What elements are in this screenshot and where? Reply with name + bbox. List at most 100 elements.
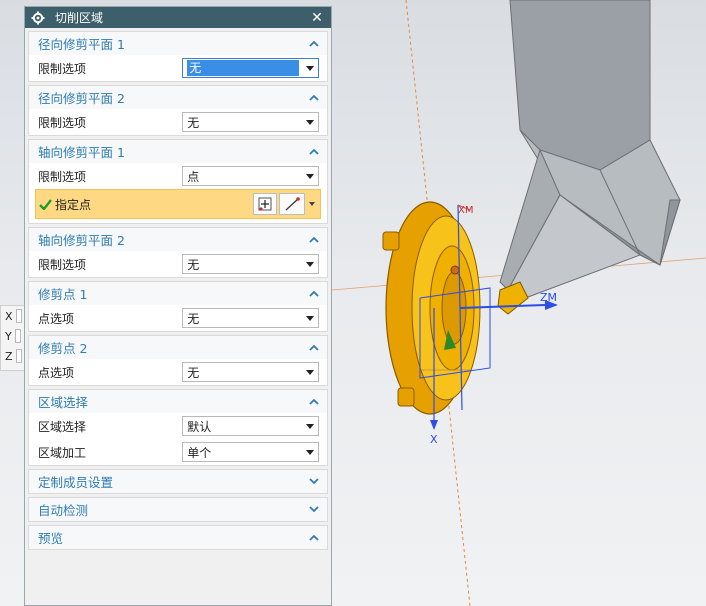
- group-preview: 预览: [28, 525, 328, 550]
- inferred-point-icon[interactable]: [279, 193, 305, 215]
- chevron-up-icon[interactable]: [309, 236, 319, 244]
- chevron-down-icon: [302, 315, 318, 321]
- chevron-down-icon[interactable]: [309, 478, 319, 486]
- group-title: 自动检测: [38, 503, 89, 518]
- limit-option-label: 限制选项: [38, 61, 87, 76]
- group-header[interactable]: 预览: [29, 526, 327, 549]
- point-option-row: 点选项 无: [29, 359, 327, 385]
- group-trim-point-2: 修剪点 2 点选项 无: [28, 335, 328, 386]
- zm-axis-label: ZM: [540, 291, 557, 304]
- group-header[interactable]: 轴向修剪平面 2: [29, 228, 327, 251]
- group-axial-trim-plane-1: 轴向修剪平面 1 限制选项 点 指定点: [28, 139, 328, 224]
- select-value: 无: [187, 257, 200, 272]
- limit-option-select[interactable]: 点: [182, 166, 319, 186]
- chevron-down-icon: [302, 423, 318, 429]
- region-select-select[interactable]: 默认: [182, 416, 319, 436]
- group-axial-trim-plane-2: 轴向修剪平面 2 限制选项 无: [28, 227, 328, 278]
- group-header[interactable]: 轴向修剪平面 1: [29, 140, 327, 163]
- point-dialog-icon[interactable]: [253, 193, 277, 215]
- chevron-up-icon[interactable]: [309, 344, 319, 352]
- limit-option-row: 限制选项 无: [29, 251, 327, 277]
- group-title: 径向修剪平面 2: [38, 91, 125, 106]
- region-machining-row: 区域加工 单个: [29, 439, 327, 465]
- xm-axis-label: XM: [458, 205, 473, 216]
- group-header[interactable]: 自动检测: [29, 498, 327, 521]
- point-option-select[interactable]: 无: [182, 308, 319, 328]
- group-header[interactable]: 定制成员设置: [29, 470, 327, 493]
- cut-region-dialog: 切削区域 ✕ 径向修剪平面 1 限制选项 无 径向修剪平面 2 限制选项 无 轴…: [24, 6, 332, 606]
- chevron-down-icon: [302, 119, 318, 125]
- group-title: 区域选择: [38, 395, 89, 410]
- select-value: 无: [187, 60, 299, 76]
- x-axis-label: X: [430, 433, 438, 446]
- limit-option-row: 限制选项 点: [29, 163, 327, 189]
- coord-y-field[interactable]: [14, 329, 21, 343]
- close-icon[interactable]: ✕: [309, 10, 325, 26]
- dialog-title: 切削区域: [55, 11, 104, 25]
- chevron-down-icon: [302, 173, 318, 179]
- gear-icon: [31, 11, 45, 25]
- select-value: 点: [187, 169, 200, 184]
- group-title: 修剪点 2: [38, 341, 88, 356]
- group-trim-point-1: 修剪点 1 点选项 无: [28, 281, 328, 332]
- chevron-up-icon[interactable]: [309, 94, 319, 102]
- dialog-titlebar[interactable]: 切削区域 ✕: [25, 7, 331, 28]
- coord-z-label: Z: [5, 349, 13, 363]
- select-value: 无: [187, 365, 200, 380]
- group-radial-trim-plane-2: 径向修剪平面 2 限制选项 无: [28, 85, 328, 136]
- group-title: 定制成员设置: [38, 475, 114, 490]
- group-title: 轴向修剪平面 2: [38, 233, 125, 248]
- group-title: 径向修剪平面 1: [38, 37, 125, 52]
- region-select-label: 区域选择: [38, 419, 87, 434]
- select-value: 单个: [187, 445, 212, 460]
- group-radial-trim-plane-1: 径向修剪平面 1 限制选项 无: [28, 31, 328, 82]
- point-option-label: 点选项: [38, 311, 75, 326]
- group-header[interactable]: 修剪点 2: [29, 336, 327, 359]
- limit-option-select[interactable]: 无: [182, 112, 319, 132]
- chevron-up-icon[interactable]: [309, 148, 319, 156]
- coord-x-field[interactable]: [15, 309, 22, 323]
- group-custom-member-settings: 定制成员设置: [28, 469, 328, 494]
- tool-holder: [499, 0, 681, 301]
- group-title: 预览: [38, 531, 64, 546]
- region-machining-select[interactable]: 单个: [182, 442, 319, 462]
- group-title: 轴向修剪平面 1: [38, 145, 125, 160]
- group-header[interactable]: 修剪点 1: [29, 282, 327, 305]
- chevron-down-icon[interactable]: [309, 506, 319, 514]
- region-machining-label: 区域加工: [38, 445, 87, 460]
- limit-option-row: 限制选项 无: [29, 109, 327, 135]
- chevron-up-icon[interactable]: [309, 534, 319, 542]
- limit-option-select[interactable]: 无: [182, 254, 319, 274]
- chevron-up-icon[interactable]: [309, 398, 319, 406]
- chevron-down-icon: [302, 449, 318, 455]
- specify-point-row[interactable]: 指定点: [35, 189, 321, 219]
- coord-z-field[interactable]: [15, 349, 22, 363]
- chevron-down-icon: [302, 65, 318, 71]
- specify-point-label: 指定点: [55, 197, 92, 212]
- limit-option-label: 限制选项: [38, 257, 87, 272]
- limit-option-row: 限制选项 无: [29, 55, 327, 81]
- chevron-down-icon: [302, 369, 318, 375]
- group-header[interactable]: 区域选择: [29, 390, 327, 413]
- select-value: 默认: [187, 419, 212, 434]
- limit-option-label: 限制选项: [38, 115, 87, 130]
- chevron-down-icon[interactable]: [307, 193, 317, 215]
- group-title: 修剪点 1: [38, 287, 88, 302]
- point-option-row: 点选项 无: [29, 305, 327, 331]
- check-icon: [39, 198, 55, 210]
- coord-y-label: Y: [5, 329, 12, 343]
- point-option-select[interactable]: 无: [182, 362, 319, 382]
- select-value: 无: [187, 311, 200, 326]
- limit-option-select[interactable]: 无: [182, 58, 319, 78]
- coord-x-label: X: [5, 309, 13, 323]
- point-option-label: 点选项: [38, 365, 75, 380]
- limit-option-label: 限制选项: [38, 169, 87, 184]
- group-header[interactable]: 径向修剪平面 2: [29, 86, 327, 109]
- chevron-down-icon: [302, 261, 318, 267]
- group-auto-detect: 自动检测: [28, 497, 328, 522]
- region-select-row: 区域选择 默认: [29, 413, 327, 439]
- select-value: 无: [187, 115, 200, 130]
- chevron-up-icon[interactable]: [309, 290, 319, 298]
- group-header[interactable]: 径向修剪平面 1: [29, 32, 327, 55]
- chevron-up-icon[interactable]: [309, 40, 319, 48]
